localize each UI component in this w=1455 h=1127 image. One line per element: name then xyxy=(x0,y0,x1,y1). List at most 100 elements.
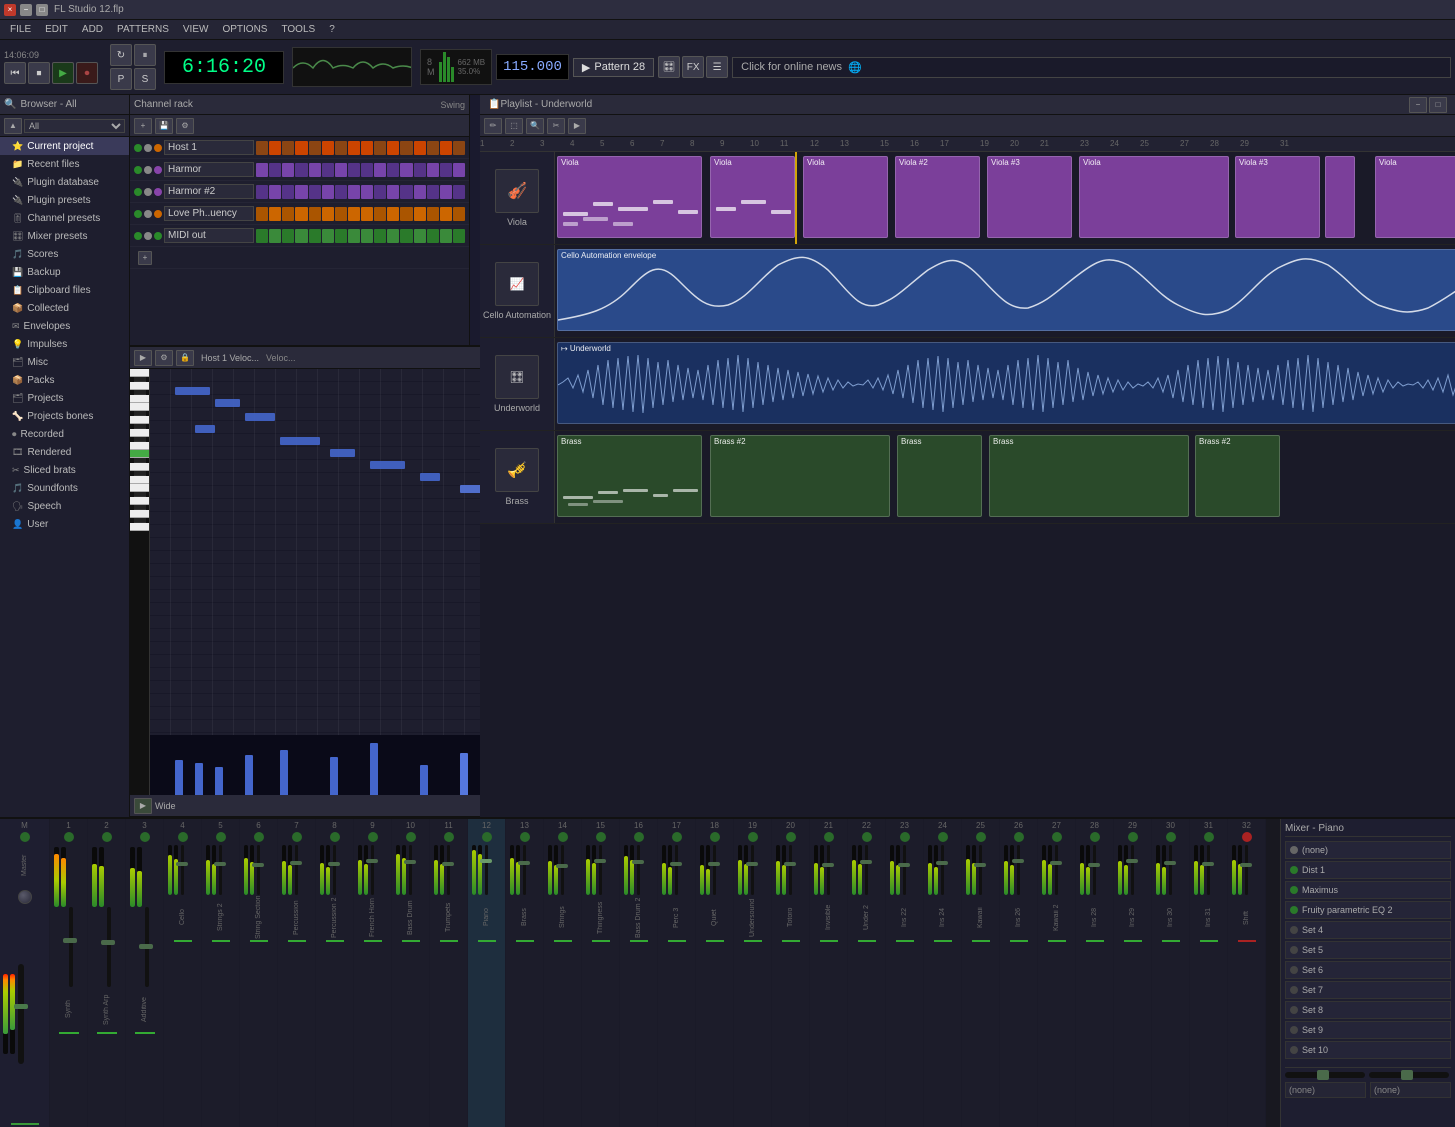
channel-led3[interactable] xyxy=(154,232,162,240)
rewind-button[interactable]: ⏮ xyxy=(4,62,26,84)
channel-indicator[interactable] xyxy=(1090,832,1100,842)
channel-indicator[interactable] xyxy=(596,832,606,842)
routing-fader[interactable] xyxy=(1285,1072,1365,1078)
play-button[interactable]: ▶ xyxy=(52,62,74,84)
channel-indicator[interactable] xyxy=(672,832,682,842)
fader-handle[interactable] xyxy=(14,1004,28,1009)
browser-item-channel-presets[interactable]: 🎚 Channel presets xyxy=(0,209,129,227)
channel-indicator[interactable] xyxy=(102,832,112,842)
routing-handle-2[interactable] xyxy=(1401,1070,1413,1080)
channel-led2[interactable] xyxy=(144,232,152,240)
channel-indicator[interactable] xyxy=(748,832,758,842)
fader-handle[interactable] xyxy=(1240,863,1252,867)
menu-add[interactable]: ADD xyxy=(76,22,109,37)
piano-note[interactable] xyxy=(215,399,240,407)
browser-item-impulses[interactable]: 💡 Impulses xyxy=(0,335,129,353)
channel-indicator[interactable] xyxy=(1166,832,1176,842)
browser-item-mixer-presets[interactable]: 🎛 Mixer presets xyxy=(0,227,129,245)
menu-help[interactable]: ? xyxy=(323,22,341,37)
channel-indicator[interactable] xyxy=(406,832,416,842)
browser-item-envelopes[interactable]: ✉ Envelopes xyxy=(0,317,129,335)
segment-viola-5[interactable] xyxy=(1325,156,1355,238)
browser-item-user[interactable]: 👤 User xyxy=(0,515,129,533)
fader-handle[interactable] xyxy=(139,944,153,949)
browser-item-soundfonts[interactable]: 🎵 Soundfonts xyxy=(0,479,129,497)
fx-slot-dist1[interactable]: Dist 1 xyxy=(1285,861,1451,879)
maximize-button[interactable]: □ xyxy=(36,4,48,16)
channel-indicator[interactable] xyxy=(1052,832,1062,842)
channel-led[interactable] xyxy=(134,166,142,174)
channel-indicator[interactable] xyxy=(862,832,872,842)
channel-led3[interactable] xyxy=(154,210,162,218)
menu-view[interactable]: VIEW xyxy=(177,22,215,37)
fader-handle[interactable] xyxy=(1164,861,1176,865)
segment-viola-viola3b[interactable]: Viola #3 xyxy=(1235,156,1320,238)
channel-indicator[interactable] xyxy=(444,832,454,842)
fx-slot-maximus[interactable]: Maximus xyxy=(1285,881,1451,899)
playlist-max[interactable]: □ xyxy=(1429,97,1447,113)
track-content-underworld[interactable]: ↦ Underworld xyxy=(555,338,1455,430)
menu-options[interactable]: OPTIONS xyxy=(216,22,273,37)
note-grid[interactable] xyxy=(150,369,480,795)
channel-indicator[interactable] xyxy=(1242,832,1252,842)
plt-delete[interactable]: ✂ xyxy=(547,118,565,134)
fader-handle[interactable] xyxy=(404,860,416,864)
segment-brass-2[interactable]: Brass #2 xyxy=(710,435,890,517)
fader-handle[interactable] xyxy=(784,862,796,866)
channel-indicator[interactable] xyxy=(482,832,492,842)
pattern-mode-button[interactable]: P xyxy=(110,68,132,90)
close-button[interactable]: × xyxy=(4,4,16,16)
segment-viola-viola3a[interactable]: Viola #3 xyxy=(987,156,1072,238)
channel-indicator[interactable] xyxy=(1128,832,1138,842)
browser-item-projects[interactable]: 🗂 Projects xyxy=(0,389,129,407)
channel-led[interactable] xyxy=(134,144,142,152)
news-ticker[interactable]: Click for online news 🌐 xyxy=(732,57,1451,78)
channel-led3[interactable] xyxy=(154,188,162,196)
song-mode-button[interactable]: S xyxy=(134,68,156,90)
fader-handle[interactable] xyxy=(974,863,986,867)
fader-handle[interactable] xyxy=(594,859,606,863)
channel-led2[interactable] xyxy=(144,166,152,174)
segment-viola-viola2[interactable]: Viola #2 xyxy=(895,156,980,238)
fader-handle[interactable] xyxy=(1088,863,1100,867)
segment-brass-1[interactable]: Brass xyxy=(557,435,702,517)
fader-handle[interactable] xyxy=(366,859,378,863)
fx-slot-set10[interactable]: Set 10 xyxy=(1285,1041,1451,1059)
segment-viola-2[interactable]: Viola xyxy=(710,156,795,238)
fader-handle[interactable] xyxy=(518,861,530,865)
plt-select[interactable]: ⬚ xyxy=(505,118,523,134)
channel-indicator[interactable] xyxy=(178,832,188,842)
channel-indicator[interactable] xyxy=(1014,832,1024,842)
channel-indicator[interactable] xyxy=(254,832,264,842)
piano-note[interactable] xyxy=(420,473,440,481)
mode-btn-wide[interactable]: ▶ xyxy=(134,798,152,814)
browser-item-packs[interactable]: 📦 Packs xyxy=(0,371,129,389)
playlist-min[interactable]: − xyxy=(1409,97,1427,113)
fx-slot-none[interactable]: (none) xyxy=(1285,841,1451,859)
routing-handle[interactable] xyxy=(1317,1070,1329,1080)
piano-note[interactable] xyxy=(280,437,320,445)
piano-note[interactable] xyxy=(245,413,275,421)
channel-indicator[interactable] xyxy=(976,832,986,842)
segment-cello[interactable]: Cello Automation envelope xyxy=(557,249,1455,331)
channel-indicator[interactable] xyxy=(140,832,150,842)
segment-brass-4[interactable]: Brass xyxy=(989,435,1189,517)
stop-button[interactable]: ⏹ xyxy=(28,62,50,84)
mixer-button[interactable]: 🎛 xyxy=(658,56,680,78)
channel-indicator[interactable] xyxy=(64,832,74,842)
channel-indicator[interactable] xyxy=(900,832,910,842)
menu-edit[interactable]: EDIT xyxy=(39,22,74,37)
segment-viola-6[interactable]: Viola xyxy=(1375,156,1455,238)
segment-viola-4[interactable]: Viola xyxy=(1079,156,1229,238)
browser-item-misc[interactable]: 🗂 Misc xyxy=(0,353,129,371)
fader-handle[interactable] xyxy=(860,860,872,864)
channel-indicator[interactable] xyxy=(710,832,720,842)
settings-button[interactable]: ⚙ xyxy=(176,118,194,134)
fader-handle[interactable] xyxy=(63,938,77,943)
browser-item-scores[interactable]: 🎵 Scores xyxy=(0,245,129,263)
channel-indicator[interactable] xyxy=(634,832,644,842)
fader-handle[interactable] xyxy=(328,862,340,866)
channel-led3[interactable] xyxy=(154,166,162,174)
fader[interactable] xyxy=(18,964,24,1064)
fader-handle[interactable] xyxy=(101,940,115,945)
